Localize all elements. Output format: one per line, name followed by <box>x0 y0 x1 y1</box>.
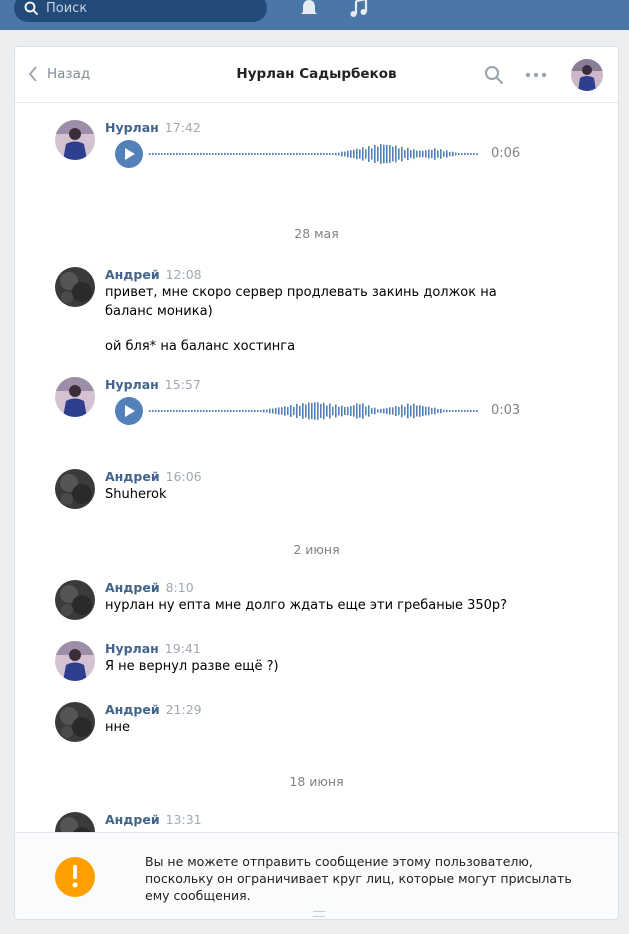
author-name[interactable]: Нурлан <box>105 120 159 135</box>
play-icon <box>125 148 135 160</box>
message-text: Shuherok <box>105 487 167 502</box>
avatar[interactable] <box>55 120 95 160</box>
avatar[interactable] <box>55 812 95 832</box>
message-text: нурлан ну епта мне долго ждать еще эти г… <box>105 598 508 613</box>
author-name[interactable]: Нурлан <box>105 377 159 392</box>
author-name[interactable]: Андрей <box>105 580 160 595</box>
waveform[interactable] <box>149 140 481 168</box>
top-bar <box>0 0 629 30</box>
write-restriction-notice: Вы не можете отправить сообщение этому п… <box>15 832 618 919</box>
voice-duration: 0:03 <box>491 403 521 418</box>
message-time: 21:29 <box>165 702 202 717</box>
bell-icon[interactable] <box>298 0 320 20</box>
avatar[interactable] <box>55 702 95 742</box>
search-input[interactable] <box>46 0 246 16</box>
avatar[interactable] <box>55 580 95 620</box>
date-separator: 2 июня <box>293 542 340 557</box>
author-name[interactable]: Андрей <box>105 469 160 484</box>
more-icon[interactable] <box>525 65 547 85</box>
message-time: 13:31 <box>165 812 202 827</box>
message-text: ой бля* на баланс хостинга <box>105 339 296 354</box>
avatar[interactable] <box>55 267 95 307</box>
author-name[interactable]: Андрей <box>105 812 160 827</box>
message-time: 19:41 <box>164 641 201 656</box>
message-time: 8:10 <box>165 580 194 595</box>
author-name[interactable]: Андрей <box>105 702 160 717</box>
avatar[interactable] <box>55 641 95 681</box>
voice-duration: 0:06 <box>491 146 521 161</box>
avatar[interactable] <box>571 59 603 91</box>
search-icon <box>24 1 38 15</box>
author-name[interactable]: Андрей <box>105 267 160 282</box>
message-text: Я не вернул разве ещё ?) <box>105 659 279 674</box>
resize-handle[interactable] <box>313 911 325 917</box>
search-box[interactable] <box>14 0 267 22</box>
music-icon[interactable] <box>348 0 370 20</box>
date-separator: 18 июня <box>289 774 344 789</box>
message-text: привет, мне скоро сервер продлевать заки… <box>105 285 497 319</box>
play-button[interactable] <box>115 397 143 425</box>
message-text: нне <box>105 720 130 735</box>
play-icon <box>125 405 135 417</box>
message-time: 16:06 <box>165 469 202 484</box>
dialog-panel: Назад Нурлан Садырбеков Нурлан 17:42 0:0… <box>14 46 619 920</box>
message-time: 15:57 <box>164 377 201 392</box>
warning-icon <box>55 857 95 897</box>
message-time: 12:08 <box>165 267 202 282</box>
search-icon[interactable] <box>484 65 504 85</box>
avatar[interactable] <box>55 469 95 509</box>
message-time: 17:42 <box>164 120 201 135</box>
dialog-header: Назад Нурлан Садырбеков <box>15 47 618 103</box>
play-button[interactable] <box>115 140 143 168</box>
author-name[interactable]: Нурлан <box>105 641 159 656</box>
waveform[interactable] <box>149 397 481 425</box>
warning-text: Вы не можете отправить сообщение этому п… <box>145 854 572 903</box>
voice-message: 0:06 <box>115 140 535 168</box>
date-separator: 28 мая <box>294 226 339 241</box>
voice-message: 0:03 <box>115 397 535 425</box>
message-history: Нурлан 17:42 0:06 28 мая Андрей 12:08 прив… <box>15 104 618 832</box>
avatar[interactable] <box>55 377 95 417</box>
